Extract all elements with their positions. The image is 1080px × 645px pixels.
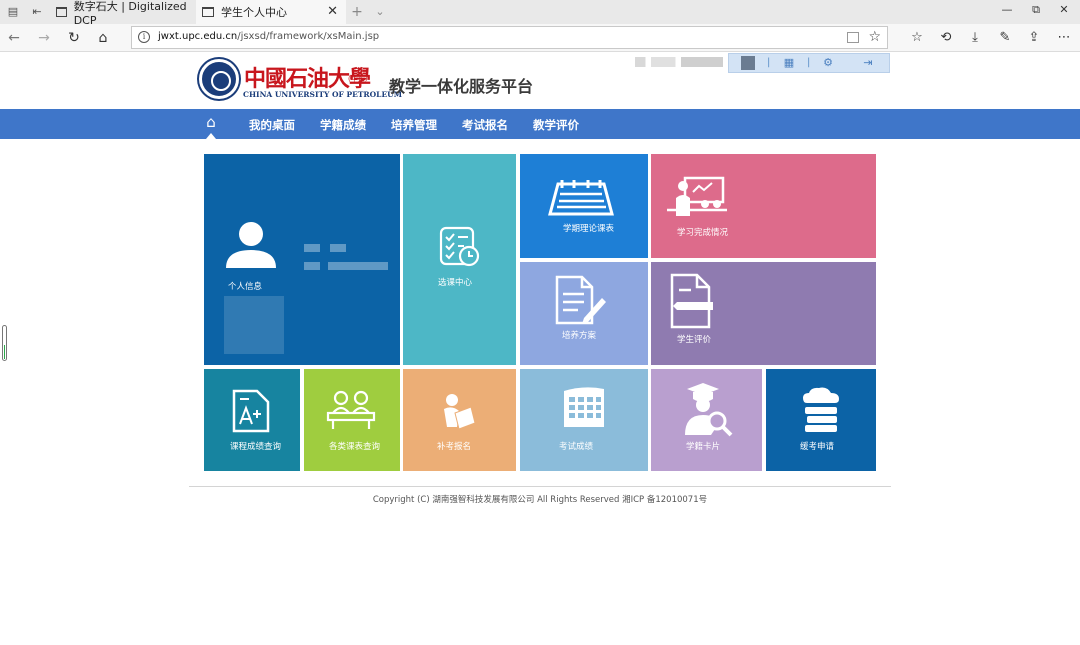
tile-label: 培养方案 xyxy=(562,331,597,341)
redacted-info xyxy=(330,244,346,252)
document-pen-icon xyxy=(555,275,606,325)
browser-tab-bar: ▤ ⇤ 数字石大 | Digitalized DCP 学生个人中心 ✕ + ⌄ … xyxy=(0,0,1080,27)
side-scroll-handle[interactable] xyxy=(2,325,7,361)
document-pencil-icon xyxy=(670,273,713,329)
divider: | xyxy=(807,57,811,68)
back-icon[interactable]: ← xyxy=(6,30,22,46)
tile-makeup-exam[interactable]: 补考报名 xyxy=(403,369,516,471)
tile-timetable[interactable]: 学期理论课表 xyxy=(520,154,648,258)
avatar[interactable] xyxy=(741,56,755,70)
footer-divider xyxy=(189,486,891,487)
main-nav: ⌂ 我的桌面 学籍成绩 培养管理 考试报名 教学评价 xyxy=(0,109,1080,139)
tile-label: 考试成绩 xyxy=(559,442,594,452)
tab-actions-icon[interactable]: ▤ xyxy=(6,5,20,19)
settings-gear-icon[interactable]: ⚙ xyxy=(821,56,835,69)
tile-label: 选课中心 xyxy=(438,278,473,288)
site-header: 中國石油大學 (华东) CHINA UNIVERSITY OF PETROLEU… xyxy=(0,53,1080,109)
tile-grade-query[interactable]: 课程成绩查询 xyxy=(204,369,300,471)
minimize-icon[interactable]: — xyxy=(997,3,1017,16)
university-seal-logo xyxy=(199,59,239,99)
url-host: jwxt.upc.edu.cn xyxy=(158,31,238,42)
tile-label: 学生评价 xyxy=(677,335,712,345)
address-bar[interactable]: i jwxt.upc.edu.cn/jsxsd/framework/xsMain… xyxy=(131,26,888,49)
nav-teaching-evaluation[interactable]: 教学评价 xyxy=(533,117,579,133)
tile-student-eval[interactable]: 学生评价 xyxy=(651,262,876,365)
tile-training-plan[interactable]: 培养方案 xyxy=(520,262,648,365)
redacted-info xyxy=(304,262,320,270)
calendar-icon xyxy=(548,180,614,216)
url-text: jwxt.upc.edu.cn/jsxsd/framework/xsMain.j… xyxy=(158,31,379,42)
tile-label: 学期理论课表 xyxy=(563,224,615,234)
tile-schedule-query[interactable]: 各类课表查询 xyxy=(304,369,400,471)
tile-label: 缓考申请 xyxy=(800,442,835,452)
page-icon xyxy=(202,7,214,17)
checklist-clock-icon xyxy=(439,226,480,267)
nav-status-grades[interactable]: 学籍成绩 xyxy=(320,117,366,133)
tab-title: 数字石大 | Digitalized DCP xyxy=(73,0,187,27)
graduate-search-icon xyxy=(685,383,733,437)
university-name-en: CHINA UNIVERSITY OF PETROLEUM xyxy=(243,90,402,99)
redacted-info xyxy=(328,262,388,270)
more-icon[interactable]: ⋯ xyxy=(1056,30,1072,46)
tile-label: 个人信息 xyxy=(228,282,263,292)
tile-course-select[interactable]: 选课中心 xyxy=(403,154,516,365)
classroom-icon xyxy=(667,176,727,216)
tab-title: 学生个人中心 xyxy=(221,6,287,19)
footer-copyright: Copyright (C) 湖南强智科技发展有限公司 All Rights Re… xyxy=(372,495,708,505)
redacted-info xyxy=(304,244,320,252)
pen-icon[interactable]: ✎ xyxy=(997,30,1013,46)
reading-student-icon xyxy=(444,394,476,430)
home-icon[interactable]: ⌂ xyxy=(203,114,219,130)
photo-placeholder xyxy=(224,296,284,354)
url-path: /jsxsd/framework/xsMain.jsp xyxy=(237,31,380,42)
new-tab-icon[interactable]: + xyxy=(350,5,364,19)
favorites-list-icon[interactable]: ☆ xyxy=(909,30,925,46)
tile-deferred-exam[interactable]: 缓考申请 xyxy=(766,369,876,471)
nav-exam-registration[interactable]: 考试报名 xyxy=(462,117,508,133)
tile-label: 学习完成情况 xyxy=(677,228,729,238)
share-icon[interactable]: ⇪ xyxy=(1026,30,1042,46)
tile-label: 学籍卡片 xyxy=(686,442,721,452)
tab-preview-chevron-icon[interactable]: ⌄ xyxy=(373,5,387,19)
active-indicator xyxy=(206,133,216,139)
home-icon[interactable]: ⌂ xyxy=(95,30,111,46)
calendar-grid-icon xyxy=(564,387,604,427)
favorite-star-icon[interactable]: ☆ xyxy=(868,29,881,45)
page-icon xyxy=(56,7,67,17)
books-cloud-icon xyxy=(803,387,839,432)
grid-menu-icon[interactable]: ▦ xyxy=(782,56,796,69)
refresh-icon[interactable]: ↻ xyxy=(66,30,82,46)
close-window-icon[interactable]: ✕ xyxy=(1054,3,1074,16)
forward-icon[interactable]: → xyxy=(36,30,52,46)
tile-label: 各类课表查询 xyxy=(329,442,381,452)
grade-report-icon xyxy=(232,389,270,433)
tab-digital-dcp[interactable]: 数字石大 | Digitalized DCP xyxy=(50,0,195,27)
tile-label: 补考报名 xyxy=(437,442,472,452)
nav-my-desktop[interactable]: 我的桌面 xyxy=(249,117,295,133)
logout-icon[interactable]: ⇥ xyxy=(861,56,875,69)
nav-training-management[interactable]: 培养管理 xyxy=(391,117,437,133)
tile-exam-grades[interactable]: 考试成绩 xyxy=(520,369,648,471)
user-name-redacted xyxy=(635,57,723,67)
address-toolbar: ← → ↻ ⌂ i jwxt.upc.edu.cn/jsxsd/framewor… xyxy=(0,24,1080,52)
reading-view-icon[interactable] xyxy=(847,32,859,43)
close-tab-icon[interactable]: ✕ xyxy=(327,4,338,19)
user-toolbar: | ▦ | ⚙ ⇥ xyxy=(728,53,890,73)
university-campus: (华东) xyxy=(348,75,368,83)
info-icon[interactable]: i xyxy=(138,31,150,43)
tile-student-card[interactable]: 学籍卡片 xyxy=(651,369,762,471)
download-icon[interactable]: ⤓ xyxy=(967,30,983,46)
tab-student-center[interactable]: 学生个人中心 ✕ xyxy=(196,0,346,24)
tile-profile[interactable]: 个人信息 xyxy=(204,154,400,365)
user-icon xyxy=(226,222,276,268)
students-desk-icon xyxy=(326,390,376,429)
history-icon[interactable]: ⟲ xyxy=(938,30,954,46)
set-aside-tabs-icon[interactable]: ⇤ xyxy=(30,5,44,19)
platform-title: 教学一体化服务平台 xyxy=(389,77,534,96)
tile-label: 课程成绩查询 xyxy=(230,442,282,452)
divider: | xyxy=(767,57,771,68)
tile-study-progress[interactable]: 学习完成情况 xyxy=(651,154,876,258)
restore-icon[interactable]: ⧉ xyxy=(1026,3,1046,17)
